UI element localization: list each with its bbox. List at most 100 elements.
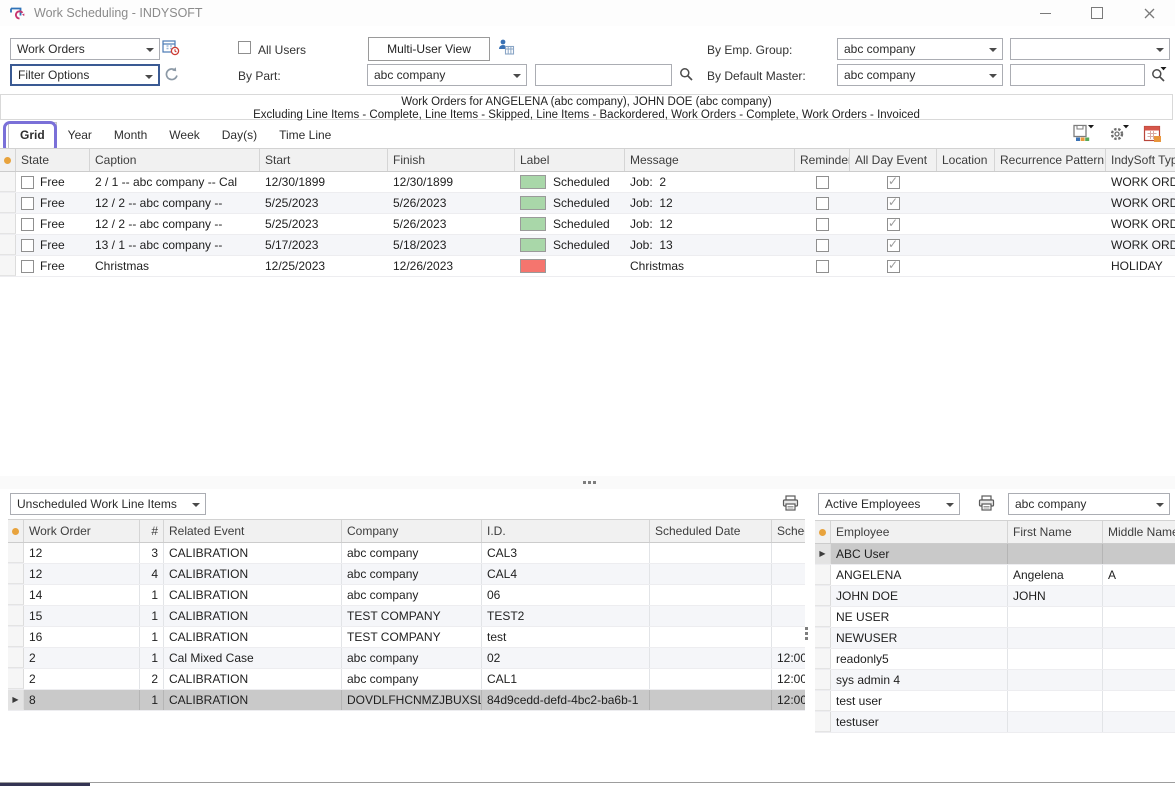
table-row[interactable]: testuser — [815, 712, 1175, 733]
col-scheduled-date[interactable]: Scheduled Date — [650, 520, 772, 542]
table-row[interactable]: 12 3 CALIBRATION abc company CAL3 — [8, 543, 805, 564]
col-middle-name[interactable]: Middle Name — [1103, 521, 1175, 543]
default-master-search-input[interactable] — [1010, 64, 1145, 86]
table-row[interactable]: Free 12 / 2 -- abc company -- 5/25/2023 … — [0, 193, 1175, 214]
reminder-checkbox[interactable] — [816, 260, 829, 273]
row-checkbox[interactable] — [21, 260, 34, 273]
col-id[interactable]: I.D. — [482, 520, 650, 542]
minimize-button[interactable] — [1019, 0, 1071, 26]
header-indicator-cell[interactable] — [8, 520, 24, 542]
horizontal-splitter[interactable] — [0, 476, 1175, 489]
row-checkbox[interactable] — [21, 176, 34, 189]
table-row[interactable]: 15 1 CALIBRATION TEST COMPANY TEST2 — [8, 606, 805, 627]
banner-line-1: Work Orders for ANGELENA (abc company), … — [1, 96, 1172, 109]
table-row-selected[interactable]: ▶ 8 1 CALIBRATION DOVDLFHCNMZJBUXSLFCGNU… — [8, 690, 805, 711]
row-checkbox[interactable] — [21, 239, 34, 252]
col-recurrence-pattern[interactable]: Recurrence Pattern — [995, 149, 1106, 171]
table-row[interactable]: 12 4 CALIBRATION abc company CAL4 — [8, 564, 805, 585]
col-state[interactable]: State — [16, 149, 90, 171]
table-row[interactable]: NEWUSER — [815, 628, 1175, 649]
col-finish[interactable]: Finish — [388, 149, 515, 171]
table-row[interactable]: Free Christmas 12/25/2023 12/26/2023 Chr… — [0, 256, 1175, 277]
table-row[interactable]: 14 1 CALIBRATION abc company 06 — [8, 585, 805, 606]
multi-user-icon[interactable] — [497, 38, 515, 56]
table-row[interactable]: NE USER — [815, 607, 1175, 628]
calendar-icon[interactable] — [1143, 124, 1165, 144]
by-part-search-input[interactable] — [535, 64, 672, 86]
col-work-order[interactable]: Work Order — [24, 520, 140, 542]
table-row-selected[interactable]: ▶ ABC User — [815, 544, 1175, 565]
save-layout-icon[interactable] — [1073, 124, 1095, 144]
gear-settings-icon[interactable] — [1108, 124, 1130, 144]
col-location[interactable]: Location — [937, 149, 995, 171]
table-row[interactable]: readonly5 — [815, 649, 1175, 670]
view-type-combo[interactable]: Work Orders — [10, 38, 160, 60]
calendar-clock-icon[interactable] — [162, 39, 180, 57]
multi-user-view-button[interactable]: Multi-User View — [368, 37, 490, 61]
reminder-checkbox[interactable] — [816, 176, 829, 189]
print-icon-left[interactable] — [782, 495, 800, 513]
table-row[interactable]: Free 12 / 2 -- abc company -- 5/25/2023 … — [0, 214, 1175, 235]
col-reminder[interactable]: Reminder — [795, 149, 850, 171]
unscheduled-items-combo[interactable]: Unscheduled Work Line Items — [10, 493, 206, 515]
all-day-checkbox[interactable] — [887, 260, 900, 273]
col-label[interactable]: Label — [515, 149, 625, 171]
number-cell: 1 — [140, 648, 164, 668]
col-number[interactable]: # — [140, 520, 164, 542]
col-first-name[interactable]: First Name — [1008, 521, 1103, 543]
tab-days[interactable]: Day(s) — [211, 123, 268, 148]
emp-group-combo[interactable]: abc company — [837, 38, 1003, 60]
vertical-splitter-handle[interactable] — [805, 627, 808, 630]
table-row[interactable]: JOHN DOE JOHN — [815, 586, 1175, 607]
filter-options-combo[interactable]: Filter Options — [10, 64, 160, 86]
col-related-event[interactable]: Related Event — [164, 520, 342, 542]
table-row[interactable]: ANGELENA Angelena A — [815, 565, 1175, 586]
all-users-checkbox[interactable] — [238, 41, 251, 54]
col-scheduled-time[interactable]: Scheduled Time — [772, 520, 805, 542]
view-tabs: Grid Year Month Week Day(s) Time Line — [0, 121, 1175, 148]
col-employee[interactable]: Employee — [831, 521, 1008, 543]
close-button[interactable] — [1123, 0, 1175, 26]
reminder-checkbox[interactable] — [816, 239, 829, 252]
row-checkbox[interactable] — [21, 197, 34, 210]
employees-view-combo[interactable]: Active Employees — [818, 493, 960, 515]
table-row[interactable]: 2 2 CALIBRATION abc company CAL1 12:00:0… — [8, 669, 805, 690]
recurrence-cell — [995, 172, 1106, 192]
reminder-checkbox[interactable] — [816, 197, 829, 210]
table-row[interactable]: Free 13 / 1 -- abc company -- 5/17/2023 … — [0, 235, 1175, 256]
search-dropdown-icon[interactable] — [1150, 65, 1168, 83]
col-message[interactable]: Message — [625, 149, 795, 171]
emp-group-combo-2[interactable] — [1010, 38, 1170, 60]
print-icon-right[interactable] — [978, 495, 996, 513]
refresh-icon[interactable] — [163, 66, 181, 84]
tab-month[interactable]: Month — [103, 123, 158, 148]
row-checkbox[interactable] — [21, 218, 34, 231]
caption-cell: 12 / 2 -- abc company -- — [90, 214, 260, 234]
default-master-combo[interactable]: abc company — [837, 64, 1003, 86]
header-indicator-cell[interactable] — [0, 149, 16, 171]
unscheduled-items-value: Unscheduled Work Line Items — [17, 497, 177, 511]
by-part-combo[interactable]: abc company — [367, 64, 527, 86]
all-day-checkbox[interactable] — [887, 176, 900, 189]
table-row[interactable]: test user — [815, 691, 1175, 712]
tab-year[interactable]: Year — [57, 123, 103, 148]
header-indicator-cell[interactable] — [815, 521, 831, 543]
col-indysoft-type[interactable]: IndySoft Type — [1106, 149, 1175, 171]
tab-timeline[interactable]: Time Line — [268, 123, 342, 148]
employee-company-combo[interactable]: abc company — [1008, 493, 1170, 515]
search-icon[interactable] — [679, 67, 697, 85]
all-day-checkbox[interactable] — [887, 197, 900, 210]
all-day-checkbox[interactable] — [887, 218, 900, 231]
table-row[interactable]: Free 2 / 1 -- abc company -- Cal 12/30/1… — [0, 172, 1175, 193]
reminder-checkbox[interactable] — [816, 218, 829, 231]
col-caption[interactable]: Caption — [90, 149, 260, 171]
table-row[interactable]: sys admin 4 — [815, 670, 1175, 691]
all-day-checkbox[interactable] — [887, 239, 900, 252]
col-all-day-event[interactable]: All Day Event — [850, 149, 937, 171]
col-start[interactable]: Start — [260, 149, 388, 171]
tab-week[interactable]: Week — [158, 123, 210, 148]
col-company[interactable]: Company — [342, 520, 482, 542]
table-row[interactable]: 16 1 CALIBRATION TEST COMPANY test — [8, 627, 805, 648]
table-row[interactable]: 2 1 Cal Mixed Case abc company 02 12:00:… — [8, 648, 805, 669]
maximize-button[interactable] — [1071, 0, 1123, 26]
